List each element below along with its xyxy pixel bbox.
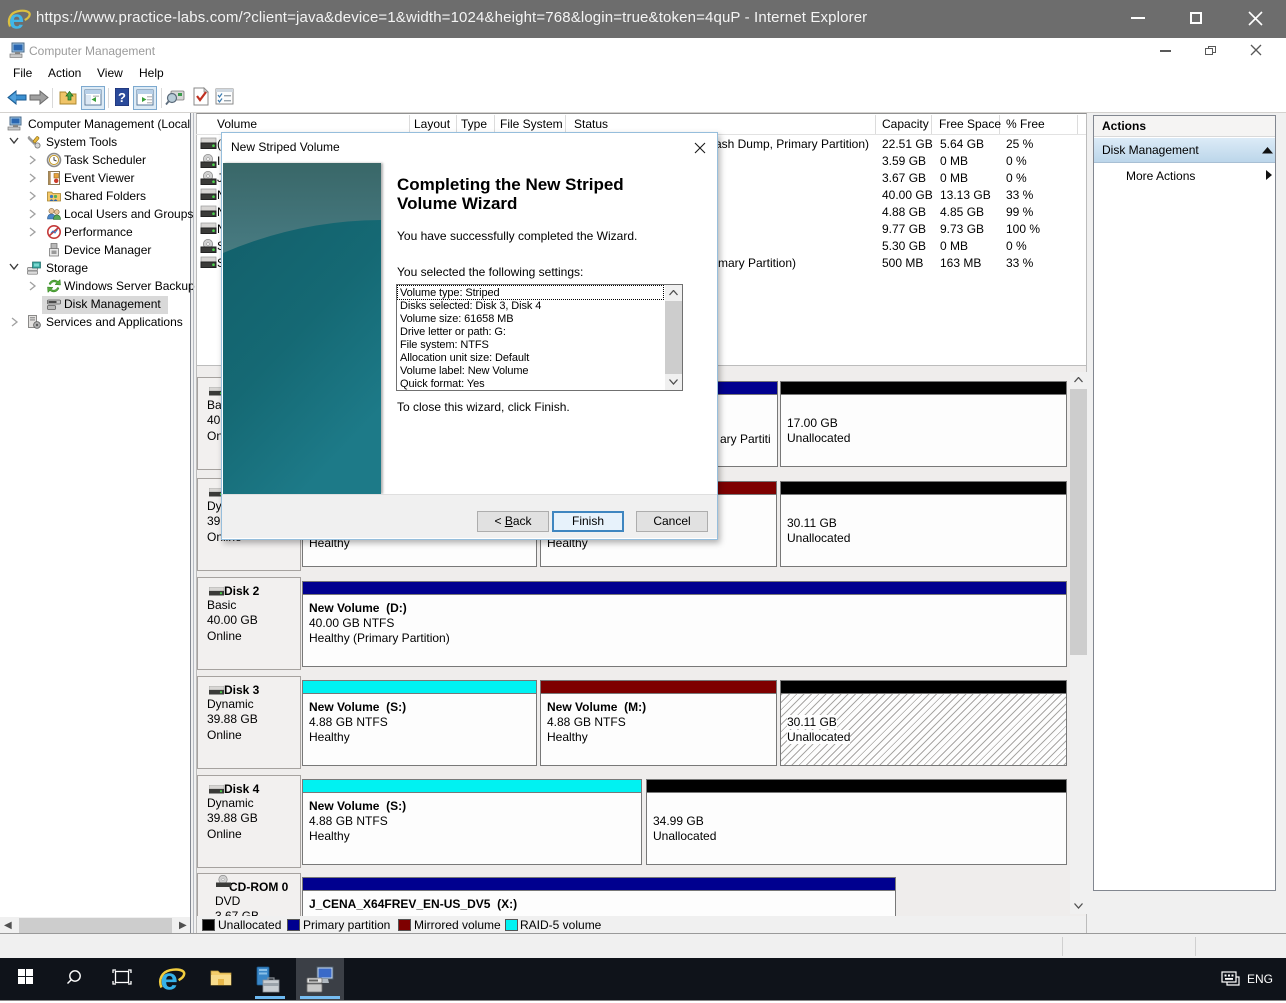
svg-text:?: ? — [118, 90, 126, 105]
